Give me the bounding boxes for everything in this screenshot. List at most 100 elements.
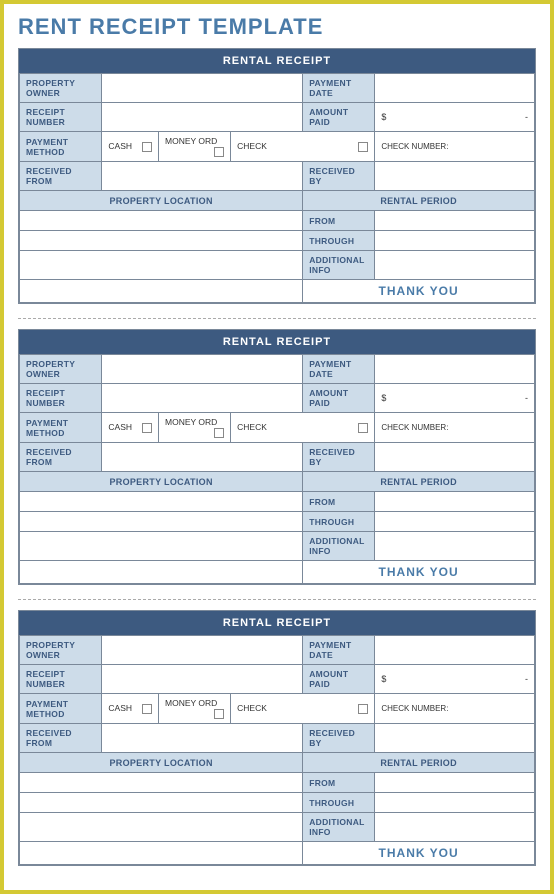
location-row[interactable] [20, 813, 303, 842]
received-by-value[interactable] [375, 162, 535, 191]
thank-you: THANK YOU [303, 280, 535, 303]
check-number-label[interactable]: CHECK NUMBER: [375, 694, 535, 724]
through-value[interactable] [375, 512, 535, 532]
checkbox-icon[interactable] [142, 704, 152, 714]
received-by-value[interactable] [375, 724, 535, 753]
received-from-label: RECEIVED FROM [20, 162, 102, 191]
received-from-value[interactable] [102, 162, 303, 191]
through-label: THROUGH [303, 793, 375, 813]
checkbox-icon[interactable] [214, 709, 224, 719]
amount-paid-value[interactable]: $- [375, 384, 535, 413]
checkbox-icon[interactable] [214, 147, 224, 157]
receipt-header: RENTAL RECEIPT [19, 49, 535, 73]
payment-date-value[interactable] [375, 74, 535, 103]
property-location-header: PROPERTY LOCATION [20, 472, 303, 492]
receipt-number-label: RECEIPT NUMBER [20, 103, 102, 132]
rental-period-header: RENTAL PERIOD [303, 472, 535, 492]
payment-method-label: PAYMENT METHOD [20, 413, 102, 443]
amount-paid-label: AMOUNT PAID [303, 384, 375, 413]
location-row[interactable] [20, 231, 303, 251]
location-row[interactable] [20, 561, 303, 584]
location-row[interactable] [20, 251, 303, 280]
check-number-label[interactable]: CHECK NUMBER: [375, 132, 535, 162]
receipt-block: RENTAL RECEIPT PROPERTY OWNER PAYMENT DA… [18, 610, 536, 866]
from-label: FROM [303, 211, 375, 231]
location-row[interactable] [20, 211, 303, 231]
amount-paid-value[interactable]: $- [375, 665, 535, 694]
received-by-label: RECEIVED BY [303, 724, 375, 753]
receipt-header: RENTAL RECEIPT [19, 330, 535, 354]
check-option[interactable]: CHECK [231, 694, 375, 724]
rental-period-header: RENTAL PERIOD [303, 753, 535, 773]
receipt-table: PROPERTY OWNER PAYMENT DATE RECEIPT NUMB… [19, 635, 535, 865]
from-value[interactable] [375, 492, 535, 512]
location-row[interactable] [20, 532, 303, 561]
payment-date-label: PAYMENT DATE [303, 636, 375, 665]
location-row[interactable] [20, 280, 303, 303]
receipt-number-value[interactable] [102, 384, 303, 413]
received-from-value[interactable] [102, 724, 303, 753]
cash-option[interactable]: CASH [102, 132, 159, 162]
moneyord-option[interactable]: MONEY ORD [159, 132, 231, 162]
receipt-number-label: RECEIPT NUMBER [20, 665, 102, 694]
payment-date-value[interactable] [375, 636, 535, 665]
checkbox-icon[interactable] [358, 423, 368, 433]
from-value[interactable] [375, 211, 535, 231]
checkbox-icon[interactable] [358, 704, 368, 714]
payment-date-label: PAYMENT DATE [303, 74, 375, 103]
received-from-label: RECEIVED FROM [20, 443, 102, 472]
checkbox-icon[interactable] [358, 142, 368, 152]
location-row[interactable] [20, 512, 303, 532]
check-number-label[interactable]: CHECK NUMBER: [375, 413, 535, 443]
through-label: THROUGH [303, 512, 375, 532]
additional-info-value[interactable] [375, 813, 535, 842]
additional-info-value[interactable] [375, 251, 535, 280]
additional-info-label: ADDITIONAL INFO [303, 532, 375, 561]
through-value[interactable] [375, 793, 535, 813]
cash-option[interactable]: CASH [102, 413, 159, 443]
check-option[interactable]: CHECK [231, 413, 375, 443]
from-label: FROM [303, 773, 375, 793]
receipt-number-value[interactable] [102, 103, 303, 132]
property-owner-value[interactable] [102, 636, 303, 665]
moneyord-option[interactable]: MONEY ORD [159, 413, 231, 443]
thank-you: THANK YOU [303, 561, 535, 584]
from-label: FROM [303, 492, 375, 512]
received-by-value[interactable] [375, 443, 535, 472]
additional-info-value[interactable] [375, 532, 535, 561]
moneyord-option[interactable]: MONEY ORD [159, 694, 231, 724]
checkbox-icon[interactable] [142, 423, 152, 433]
check-option[interactable]: CHECK [231, 132, 375, 162]
payment-method-label: PAYMENT METHOD [20, 132, 102, 162]
receipt-number-value[interactable] [102, 665, 303, 694]
property-owner-value[interactable] [102, 355, 303, 384]
property-owner-label: PROPERTY OWNER [20, 636, 102, 665]
rental-period-header: RENTAL PERIOD [303, 191, 535, 211]
through-label: THROUGH [303, 231, 375, 251]
cash-option[interactable]: CASH [102, 694, 159, 724]
location-row[interactable] [20, 793, 303, 813]
received-from-value[interactable] [102, 443, 303, 472]
location-row[interactable] [20, 773, 303, 793]
checkbox-icon[interactable] [214, 428, 224, 438]
amount-paid-label: AMOUNT PAID [303, 665, 375, 694]
amount-paid-label: AMOUNT PAID [303, 103, 375, 132]
divider [18, 318, 536, 319]
receipt-header: RENTAL RECEIPT [19, 611, 535, 635]
from-value[interactable] [375, 773, 535, 793]
received-by-label: RECEIVED BY [303, 162, 375, 191]
receipt-number-label: RECEIPT NUMBER [20, 384, 102, 413]
property-owner-label: PROPERTY OWNER [20, 74, 102, 103]
additional-info-label: ADDITIONAL INFO [303, 813, 375, 842]
location-row[interactable] [20, 842, 303, 865]
property-owner-value[interactable] [102, 74, 303, 103]
payment-date-value[interactable] [375, 355, 535, 384]
receipt-block: RENTAL RECEIPT PROPERTY OWNER PAYMENT DA… [18, 48, 536, 304]
through-value[interactable] [375, 231, 535, 251]
page-title: RENT RECEIPT TEMPLATE [18, 14, 536, 40]
checkbox-icon[interactable] [142, 142, 152, 152]
receipt-table: PROPERTY OWNER PAYMENT DATE RECEIPT NUMB… [19, 73, 535, 303]
amount-paid-value[interactable]: $- [375, 103, 535, 132]
location-row[interactable] [20, 492, 303, 512]
thank-you: THANK YOU [303, 842, 535, 865]
